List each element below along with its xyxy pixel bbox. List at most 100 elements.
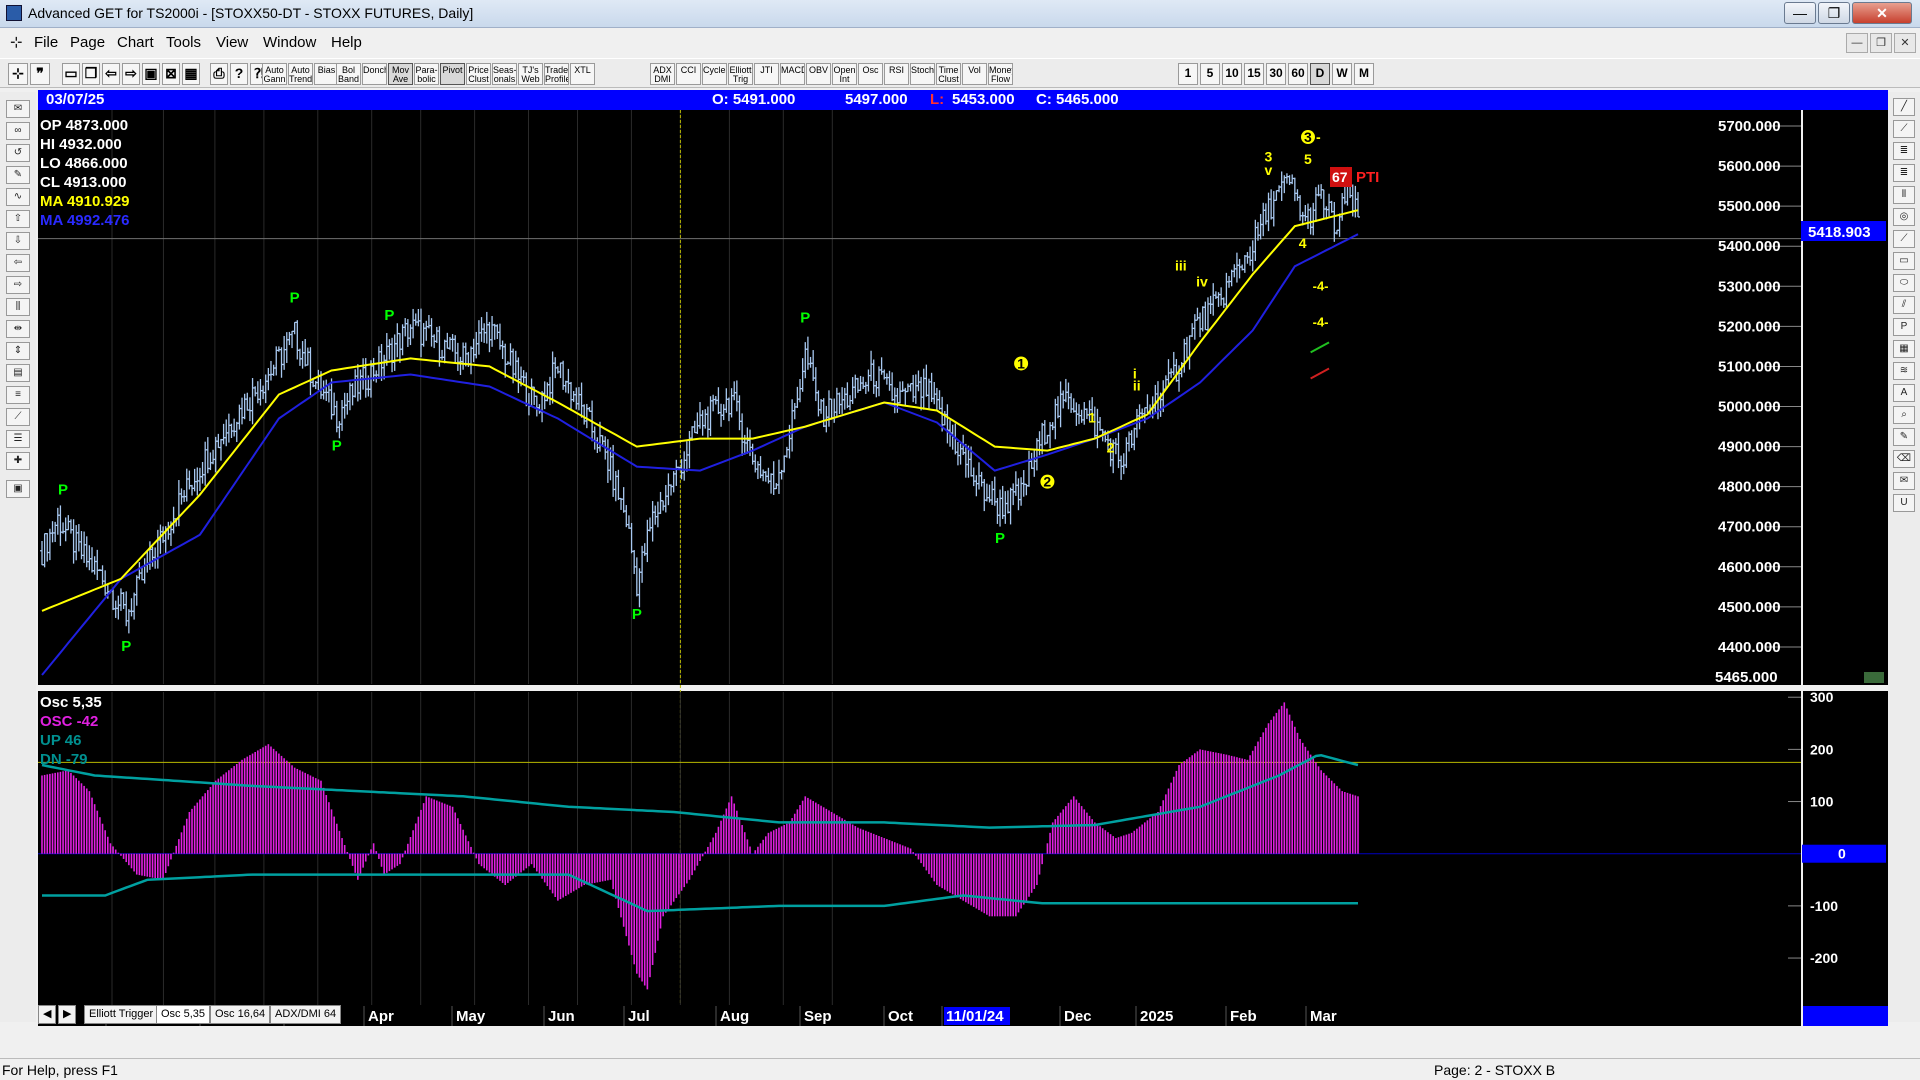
ellipse-icon[interactable]: ⬭	[1893, 274, 1915, 292]
lines-icon[interactable]: ≡	[6, 386, 30, 404]
channel-icon[interactable]: ⫽	[1893, 296, 1915, 314]
tile-icon[interactable]: ▣	[142, 63, 160, 85]
study-button-open-int[interactable]: Open Int	[832, 63, 857, 85]
back-icon[interactable]: ⇦	[102, 63, 120, 85]
study-button-vol[interactable]: Vol	[962, 63, 987, 85]
gann-icon[interactable]: ⟋	[6, 408, 30, 426]
study-button-bol-band[interactable]: Bol Band	[336, 63, 361, 85]
expand-icon[interactable]: ⇕	[6, 342, 30, 360]
tab-scroll-left-icon[interactable]: ◀	[38, 1005, 56, 1024]
arrow-left-icon[interactable]: ⇦	[6, 254, 30, 272]
study-button-para-bolic[interactable]: Para-bolic	[414, 63, 439, 85]
maximize-button[interactable]: ❐	[1818, 2, 1850, 24]
tab-adx-dmi-64[interactable]: ADX/DMI 64	[270, 1005, 342, 1024]
zoom-icon[interactable]: ⌕	[1893, 406, 1915, 424]
fan-icon[interactable]: ⟋	[1893, 230, 1915, 248]
pencil-icon[interactable]: ✎	[1893, 428, 1915, 446]
fib-time-icon[interactable]: ⫴	[1893, 186, 1915, 204]
bars-icon[interactable]: ⫼	[6, 298, 30, 316]
study-button-cycles[interactable]: Cycles	[702, 63, 727, 85]
study-button-mov-ave[interactable]: Mov Ave	[388, 63, 413, 85]
study-button-stoch[interactable]: Stoch	[910, 63, 935, 85]
study-button-auto-trend[interactable]: Auto Trend	[288, 63, 313, 85]
ray-icon[interactable]: ⟋	[1893, 120, 1915, 138]
study-button-money-flow[interactable]: Money Flow	[988, 63, 1013, 85]
interval-button-w[interactable]: W	[1332, 63, 1352, 85]
scale-icon[interactable]	[1864, 672, 1884, 683]
study-button-donch[interactable]: Donch	[362, 63, 387, 85]
compress-icon[interactable]: ⇹	[6, 320, 30, 338]
text-icon[interactable]: A	[1893, 384, 1915, 402]
arrow-right-icon[interactable]: ⇨	[6, 276, 30, 294]
study-button-osc[interactable]: Osc	[858, 63, 883, 85]
grid-tool-icon[interactable]: ▦	[1893, 340, 1915, 358]
menu-tools[interactable]: Tools	[166, 34, 201, 51]
tab-scroll-right-icon[interactable]: ▶	[58, 1005, 76, 1024]
study-button-jti[interactable]: JTI	[754, 63, 779, 85]
study-button-trade-profile[interactable]: Trade Profile	[544, 63, 569, 85]
circle-icon[interactable]: ◎	[1893, 208, 1915, 226]
chart-menu-icon[interactable]: ⊹	[10, 33, 23, 51]
interval-button-m[interactable]: M	[1354, 63, 1374, 85]
reset-icon[interactable]: ↺	[6, 144, 30, 162]
forward-icon[interactable]: ⇨	[122, 63, 140, 85]
pti-icon[interactable]: P	[1893, 318, 1915, 336]
study-button-macd[interactable]: MACD	[780, 63, 805, 85]
study-icon[interactable]: ✎	[6, 166, 30, 184]
study-button-rsi[interactable]: RSI	[884, 63, 909, 85]
settings-icon[interactable]: ▣	[6, 480, 30, 498]
menu-window[interactable]: Window	[263, 34, 316, 51]
glasses-icon[interactable]: ∞	[6, 122, 30, 140]
close-button[interactable]: ✕	[1852, 2, 1912, 24]
child-minimize-button[interactable]: —	[1846, 33, 1868, 53]
fib-ret-icon[interactable]: ≣	[1893, 142, 1915, 160]
menu-view[interactable]: View	[216, 34, 248, 51]
pane-divider[interactable]	[38, 685, 1888, 691]
study-button-obv[interactable]: OBV	[806, 63, 831, 85]
minimize-button[interactable]: —	[1784, 2, 1816, 24]
arrow-down-icon[interactable]: ⇩	[6, 232, 30, 250]
study-button-elliott-trig[interactable]: Elliott Trig	[728, 63, 753, 85]
copy-icon[interactable]: ❐	[82, 63, 100, 85]
study-button-auto-gann[interactable]: Auto Gann	[262, 63, 287, 85]
fib-icon[interactable]: ☰	[6, 430, 30, 448]
magnet-icon[interactable]: U	[1893, 494, 1915, 512]
interval-button-60[interactable]: 60	[1288, 63, 1308, 85]
interval-button-d[interactable]: D	[1310, 63, 1330, 85]
crosshair-icon[interactable]: ✚	[6, 452, 30, 470]
tab-osc-16-64[interactable]: Osc 16,64	[210, 1005, 271, 1024]
interval-button-30[interactable]: 30	[1266, 63, 1286, 85]
interval-button-1[interactable]: 1	[1178, 63, 1198, 85]
trend-line-icon[interactable]: ╱	[1893, 98, 1915, 116]
arrow-up-icon[interactable]: ⇧	[6, 210, 30, 228]
study-button-tj-s-web[interactable]: TJ's Web	[518, 63, 543, 85]
study-button-adx-dmi[interactable]: ADX DMI	[650, 63, 675, 85]
study-button-cci[interactable]: CCI	[676, 63, 701, 85]
fib-ext-icon[interactable]: ≣	[1893, 164, 1915, 182]
open-file-icon[interactable]: ✉	[6, 100, 30, 118]
interval-button-10[interactable]: 10	[1222, 63, 1242, 85]
study-button-time-clust[interactable]: Time Clust	[936, 63, 961, 85]
table-icon[interactable]: ▤	[6, 364, 30, 382]
study-button-seas-onals[interactable]: Seas-onals	[492, 63, 517, 85]
new-page-icon[interactable]: ▭	[62, 63, 80, 85]
mob-icon[interactable]: ≋	[1893, 362, 1915, 380]
study-button-pivot[interactable]: Pivot	[440, 63, 465, 85]
interval-button-15[interactable]: 15	[1244, 63, 1264, 85]
menu-page[interactable]: Page	[70, 34, 105, 51]
cursor-tool-icon[interactable]: ⊹	[8, 63, 28, 85]
cancel-icon[interactable]: ⊠	[162, 63, 180, 85]
child-restore-button[interactable]: ❐	[1870, 33, 1892, 53]
note-icon[interactable]: ✉	[1893, 472, 1915, 490]
chart-area[interactable]: 5700.000 5600.000 5500.000 5400.000 5300.000…	[38, 110, 1888, 1036]
interval-button-5[interactable]: 5	[1200, 63, 1220, 85]
grid-icon[interactable]: ▦	[182, 63, 200, 85]
print-icon[interactable]: ⎙	[210, 63, 228, 85]
tab-elliott-trigger[interactable]: Elliott Trigger	[84, 1005, 159, 1024]
menu-file[interactable]: File	[34, 34, 58, 51]
eraser-icon[interactable]: ⌫	[1893, 450, 1915, 468]
study-button-price-clust[interactable]: Price Clust	[466, 63, 491, 85]
tab-osc-5-35[interactable]: Osc 5,35	[156, 1005, 211, 1024]
child-close-button[interactable]: ✕	[1894, 33, 1916, 53]
elliott-icon[interactable]: ∿	[6, 188, 30, 206]
